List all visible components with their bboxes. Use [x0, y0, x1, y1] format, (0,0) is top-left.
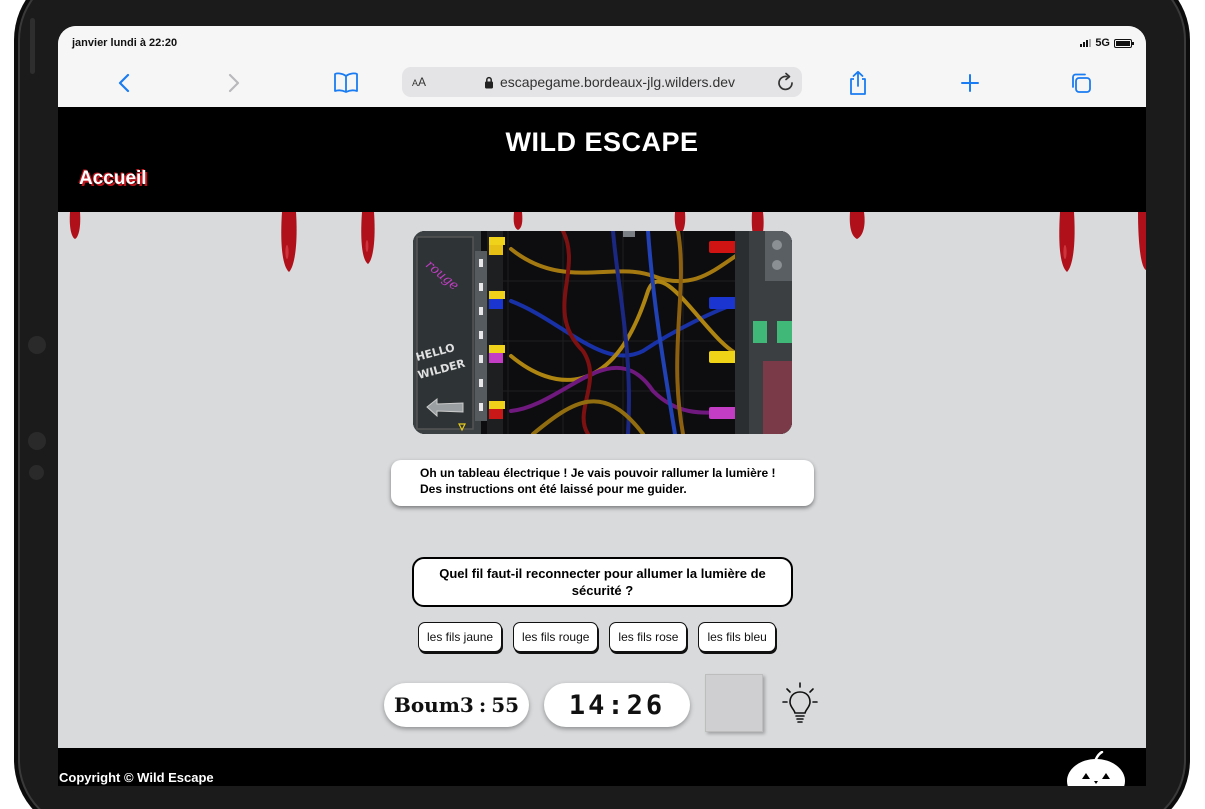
boum-counter: Boum3 : 55 [384, 683, 529, 727]
answer-button-jaune[interactable]: les fils jaune [418, 622, 503, 652]
page-title: WILD ESCAPE [505, 127, 699, 157]
share-icon[interactable] [843, 68, 873, 98]
electrical-panel-scene: rouge HELLO WILDER [413, 231, 792, 434]
status-time: janvier lundi à 22:20 [72, 37, 178, 49]
boum-label: Boum3 [393, 693, 474, 717]
address-bar[interactable]: AA escapegame.bordeaux-jlg.wilders.dev [402, 67, 802, 97]
reload-icon[interactable] [776, 71, 796, 98]
forward-icon[interactable] [219, 68, 249, 98]
sensor-dot [28, 432, 46, 450]
back-icon[interactable] [109, 68, 139, 98]
volume-button [30, 18, 35, 74]
bookmarks-icon[interactable] [331, 68, 361, 98]
tablet-screen: janvier lundi à 22:20 5G AA escapegame.b… [58, 26, 1146, 786]
camera-dot [28, 336, 46, 354]
browser-toolbar: AA escapegame.bordeaux-jlg.wilders.dev [58, 60, 1146, 107]
question-box: Quel fil faut-il reconnecter pour allume… [412, 557, 793, 607]
new-tab-icon[interactable] [955, 68, 985, 98]
lock-icon [485, 76, 493, 88]
dialog-bubble: Oh un tableau électrique ! Je vais pouvo… [391, 460, 814, 506]
dialog-line-2: Des instructions ont été laissé pour me … [420, 482, 687, 496]
battery-icon [1114, 38, 1134, 48]
inventory-slot[interactable] [705, 674, 763, 732]
pumpkin-icon [1064, 750, 1128, 786]
boum-separator: : [478, 693, 487, 717]
answer-button-bleu[interactable]: les fils bleu [698, 622, 776, 652]
home-link[interactable]: Accueil [79, 168, 147, 190]
sensor-dot [29, 465, 44, 480]
answer-button-rouge[interactable]: les fils rouge [513, 622, 599, 652]
answer-options: les fils jaune les fils rouge les fils r… [418, 622, 776, 652]
answer-button-rose[interactable]: les fils rose [609, 622, 688, 652]
signal-icon [1080, 39, 1092, 47]
site-header: WILD ESCAPE Accueil [58, 107, 1146, 212]
copyright-text: Copyright © Wild Escape [59, 770, 214, 785]
countdown-timer: 14:26 [544, 683, 690, 727]
url-text: escapegame.bordeaux-jlg.wilders.dev [500, 74, 736, 90]
lightbulb-icon[interactable] [781, 681, 819, 725]
text-size-button[interactable]: AA [412, 75, 426, 89]
status-indicators: 5G [1080, 37, 1134, 49]
tabs-icon[interactable] [1066, 68, 1096, 98]
network-label: 5G [1095, 37, 1110, 49]
boum-value: 55 [491, 693, 520, 717]
dialog-line-1: Oh un tableau électrique ! Je vais pouvo… [420, 466, 776, 480]
status-bar: janvier lundi à 22:20 5G [58, 26, 1146, 60]
site-footer: Copyright © Wild Escape [58, 748, 1146, 786]
